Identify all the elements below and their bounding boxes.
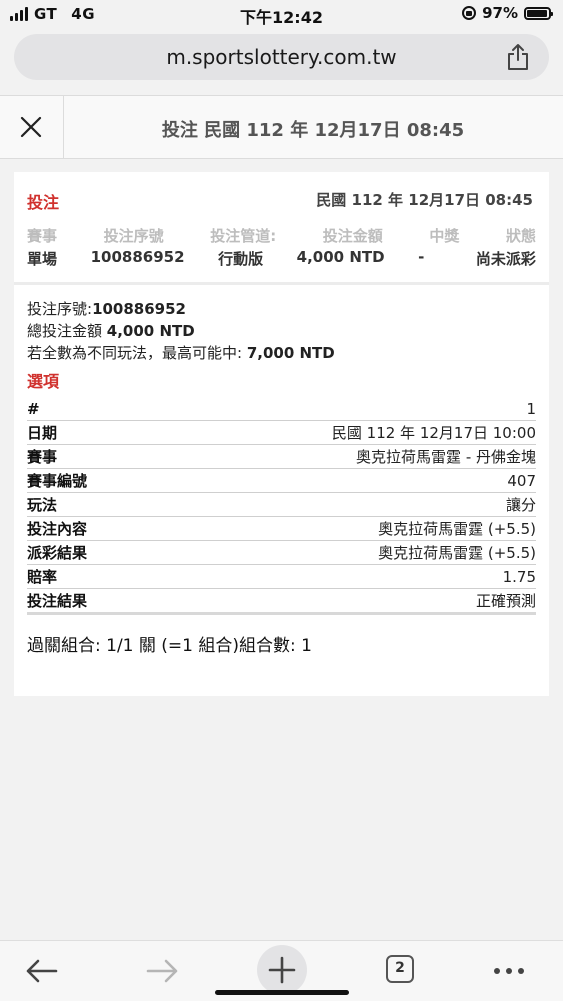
bet-card: 投注 民國 112 年 12月17日 08:45 賽事 投注序號 投注管道: 投… (14, 172, 549, 696)
summary-date: 民國 112 年 12月17日 08:45 (316, 191, 533, 209)
forward-button[interactable] (140, 951, 184, 991)
bet-detail: 投注序號:100886952 總投注金額 4,000 NTD 若全數為不同玩法，… (27, 298, 536, 656)
url-text[interactable]: m.sportslottery.com.tw (14, 45, 549, 69)
row-label: # (27, 399, 40, 418)
close-button[interactable] (0, 96, 64, 158)
row-label: 投注內容 (27, 520, 88, 538)
battery-percent: 97% (482, 4, 518, 22)
address-bar[interactable]: m.sportslottery.com.tw (14, 34, 549, 80)
page-title: 投注 民國 112 年 12月17日 08:45 (161, 120, 465, 141)
serial-label: 投注序號: (27, 300, 93, 318)
col-header-amount: 投注金額 (322, 227, 383, 245)
parlay-combo-text: 過關組合: 1/1 關 (=1 組合)組合數: 1 (27, 636, 312, 656)
serial-line: 投注序號:100886952 (27, 298, 536, 320)
plus-icon[interactable] (257, 945, 307, 995)
col-header-channel: 投注管道: (210, 227, 277, 245)
row-label: 賠率 (27, 568, 58, 586)
value-event: 單場 (27, 250, 58, 268)
serial-value: 100886952 (92, 300, 186, 318)
row-value: 奧克拉荷馬雷霆 (+5.5) (378, 520, 536, 538)
summary-header-row: 賽事 投注序號 投注管道: 投注金額 中獎 狀態 (27, 225, 536, 246)
home-indicator (215, 990, 349, 995)
value-serial: 100886952 (90, 248, 185, 266)
col-header-status: 狀態 (505, 227, 536, 245)
bet-summary: 投注 民國 112 年 12月17日 08:45 賽事 投注序號 投注管道: 投… (14, 172, 549, 285)
value-channel: 行動版 (218, 250, 264, 268)
max-win-label: 若全數為不同玩法，最高可能中: (27, 344, 247, 362)
new-tab-button[interactable] (257, 945, 307, 995)
row-value: 407 (507, 471, 536, 490)
table-row: 投注內容 奧克拉荷馬雷霆 (+5.5) (27, 517, 536, 541)
options-title: 選項 (27, 372, 60, 391)
table-row: 賠率 1.75 (27, 565, 536, 589)
row-value: 正確預測 (475, 592, 536, 610)
status-bar: GT 4G 下午12:42 97% (0, 0, 563, 28)
row-label: 日期 (27, 424, 58, 442)
more-icon[interactable] (487, 951, 531, 991)
close-icon[interactable] (20, 116, 42, 138)
table-row: # 1 (27, 397, 536, 421)
col-header-win: 中獎 (429, 227, 460, 245)
row-label: 投注結果 (27, 592, 88, 610)
table-row: 賽事編號 407 (27, 469, 536, 493)
forward-arrow-icon[interactable] (140, 951, 184, 991)
row-label: 賽事 (27, 448, 58, 466)
max-win-line: 若全數為不同玩法，最高可能中: 7,000 NTD (27, 342, 536, 364)
value-win: - (418, 248, 425, 266)
row-value: 讓分 (505, 496, 536, 514)
col-header-event: 賽事 (27, 227, 58, 245)
row-label: 賽事編號 (27, 472, 88, 490)
share-icon[interactable] (505, 43, 531, 71)
max-win-value: 7,000 NTD (246, 344, 335, 362)
row-label: 派彩結果 (27, 544, 88, 562)
row-value: 1 (526, 399, 536, 418)
table-row: 日期 民國 112 年 12月17日 10:00 (27, 421, 536, 445)
summary-value-row: 單場 100886952 行動版 4,000 NTD - 尚未派彩 (27, 248, 536, 269)
row-value: 1.75 (502, 567, 536, 586)
value-amount: 4,000 NTD (296, 248, 385, 266)
more-button[interactable] (487, 951, 531, 991)
table-row: 賽事 奧克拉荷馬雷霆 - 丹佛金塊 (27, 445, 536, 469)
summary-title: 投注 (27, 193, 60, 212)
back-button[interactable] (20, 951, 64, 991)
table-row: 派彩結果 奧克拉荷馬雷霆 (+5.5) (27, 541, 536, 565)
back-arrow-icon[interactable] (20, 951, 64, 991)
total-label: 總投注金額 (27, 322, 107, 340)
tabs-icon[interactable]: 2 (386, 955, 414, 983)
table-row: 投注結果 正確預測 (27, 589, 536, 612)
table-divider (27, 612, 536, 615)
tabs-button[interactable]: 2 (381, 951, 425, 991)
options-table: # 1 日期 民國 112 年 12月17日 10:00 賽事 奧克拉荷馬雷霆 … (27, 397, 536, 615)
total-line: 總投注金額 4,000 NTD (27, 320, 536, 342)
value-status: 尚未派彩 (475, 250, 536, 268)
row-value: 奧克拉荷馬雷霆 (+5.5) (378, 544, 536, 562)
lock-rotation-icon (462, 6, 477, 20)
total-value: 4,000 NTD (106, 322, 195, 340)
page-header: 投注 民國 112 年 12月17日 08:45 (0, 95, 563, 159)
battery-icon (524, 6, 553, 20)
table-row: 玩法 讓分 (27, 493, 536, 517)
row-value: 奧克拉荷馬雷霆 - 丹佛金塊 (356, 448, 536, 466)
col-header-serial: 投注序號 (103, 227, 164, 245)
row-value: 民國 112 年 12月17日 10:00 (331, 424, 536, 442)
row-label: 玩法 (27, 496, 58, 514)
